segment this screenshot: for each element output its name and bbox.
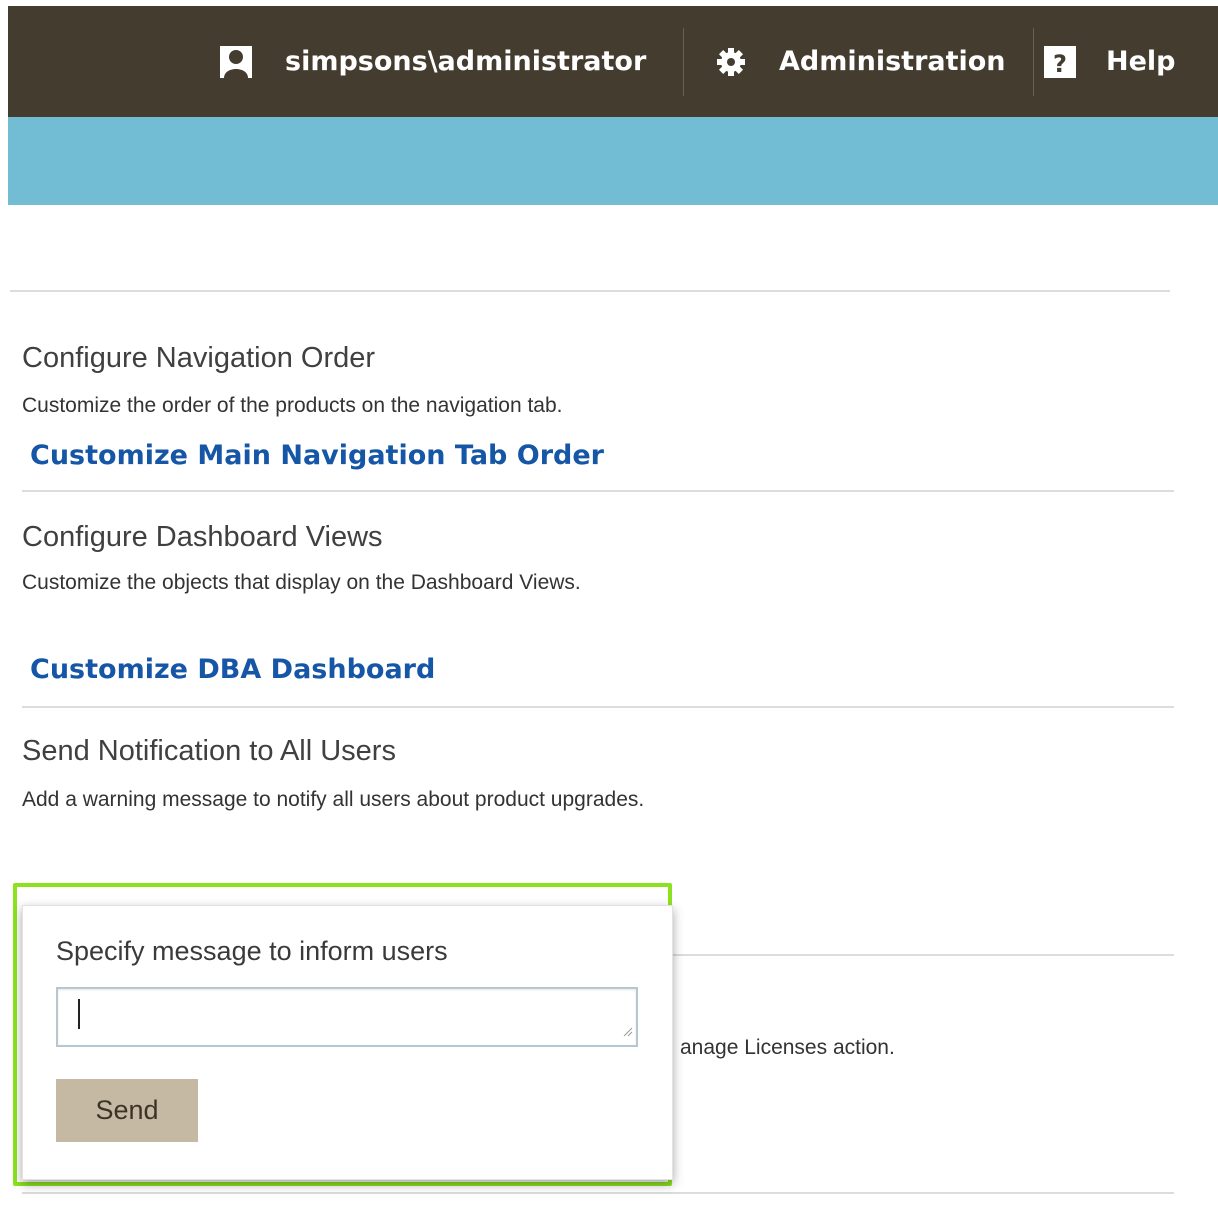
send-button[interactable]: Send: [56, 1079, 198, 1142]
help-label: Help: [1106, 46, 1176, 77]
navigation-section-description: Customize the order of the products on t…: [22, 394, 563, 417]
licenses-section-description: anage Licenses action.: [680, 1036, 895, 1059]
user-name: simpsons\administrator: [285, 46, 647, 77]
notification-section-description: Add a warning message to notify all user…: [22, 788, 645, 811]
divider: [683, 28, 684, 96]
customize-dba-dashboard-link[interactable]: Customize DBA Dashboard: [30, 654, 435, 685]
divider: [22, 706, 1174, 708]
divider: [22, 490, 1174, 492]
customize-navigation-link[interactable]: Customize Main Navigation Tab Order: [30, 440, 604, 471]
help-icon: ?: [1044, 45, 1076, 78]
notification-section-title: Send Notification to All Users: [22, 735, 396, 767]
administration-menu[interactable]: Administration: [716, 6, 1006, 117]
dashboard-section-title: Configure Dashboard Views: [22, 521, 383, 553]
svg-text:?: ?: [1053, 50, 1067, 78]
message-label: Specify message to inform users: [56, 936, 448, 966]
administration-label: Administration: [779, 46, 1006, 77]
divider: [10, 290, 1170, 292]
notification-popup: Specify message to inform users Send: [22, 905, 673, 1180]
user-menu[interactable]: simpsons\administrator: [220, 6, 646, 117]
dashboard-section-description: Customize the objects that display on th…: [22, 571, 581, 594]
text-caret: [78, 999, 80, 1029]
divider: [1033, 28, 1034, 96]
help-menu[interactable]: ? Help: [1044, 6, 1176, 117]
user-icon: [220, 45, 252, 78]
gear-icon: [716, 47, 746, 77]
divider: [22, 1192, 1174, 1194]
message-textarea[interactable]: [56, 987, 638, 1047]
top-navigation-bar: simpsons\administrator Administration ? …: [8, 6, 1218, 117]
page-banner: [8, 117, 1218, 205]
navigation-section-title: Configure Navigation Order: [22, 342, 376, 374]
resize-grip-icon[interactable]: [621, 1024, 633, 1042]
